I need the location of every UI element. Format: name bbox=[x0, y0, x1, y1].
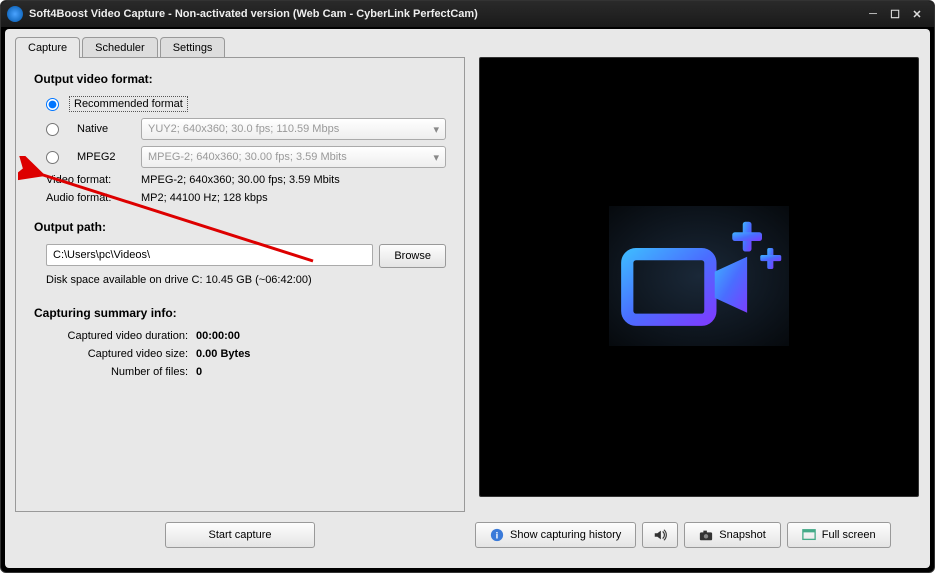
video-format-row: Video format: MPEG-2; 640x360; 30.00 fps… bbox=[46, 174, 446, 186]
radio-recommended[interactable] bbox=[46, 98, 59, 111]
radio-recommended-row: Recommended format bbox=[46, 96, 446, 112]
fullscreen-icon bbox=[802, 528, 816, 542]
radio-native[interactable] bbox=[46, 123, 59, 136]
audio-format-row: Audio format: MP2; 44100 Hz; 128 kbps bbox=[46, 192, 446, 204]
fullscreen-label: Full screen bbox=[822, 529, 876, 541]
content-area: Capture Scheduler Settings Output video … bbox=[5, 29, 930, 568]
radio-mpeg2-row: MPEG2 MPEG-2; 640x360; 30.00 fps; 3.59 M… bbox=[46, 146, 446, 168]
audio-format-label: Audio format: bbox=[46, 192, 141, 204]
app-window: Soft4Boost Video Capture - Non-activated… bbox=[0, 0, 935, 573]
audio-format-value: MP2; 44100 Hz; 128 kbps bbox=[141, 192, 268, 204]
output-path-label: Output path: bbox=[34, 220, 446, 234]
maximize-button[interactable]: ☐ bbox=[884, 6, 906, 22]
output-path-input[interactable] bbox=[46, 244, 373, 266]
sound-button[interactable] bbox=[642, 522, 678, 548]
browse-button[interactable]: Browse bbox=[379, 244, 446, 268]
native-combo[interactable]: YUY2; 640x360; 30.0 fps; 110.59 Mbps bbox=[141, 118, 446, 140]
speaker-icon bbox=[653, 528, 667, 542]
tab-settings[interactable]: Settings bbox=[160, 37, 226, 58]
tab-capture[interactable]: Capture bbox=[15, 37, 80, 58]
summary-files-value: 0 bbox=[196, 366, 202, 378]
close-button[interactable]: ✕ bbox=[906, 6, 928, 22]
summary-label: Capturing summary info: bbox=[34, 306, 446, 320]
output-path-row: Browse bbox=[46, 244, 446, 268]
radio-mpeg2-label: MPEG2 bbox=[77, 151, 127, 163]
preview-area bbox=[479, 37, 920, 512]
capture-panel: Output video format: Recommended format … bbox=[15, 57, 465, 512]
summary-files-label: Number of files: bbox=[46, 366, 196, 378]
radio-recommended-label: Recommended format bbox=[69, 96, 188, 112]
titlebar: Soft4Boost Video Capture - Non-activated… bbox=[1, 1, 934, 27]
tabs: Capture Scheduler Settings bbox=[15, 37, 465, 58]
summary-duration-label: Captured video duration: bbox=[46, 330, 196, 342]
summary-duration-value: 00:00:00 bbox=[196, 330, 240, 342]
summary-size-row: Captured video size: 0.00 Bytes bbox=[46, 348, 446, 360]
start-capture-button[interactable]: Start capture bbox=[165, 522, 315, 548]
app-icon bbox=[7, 6, 23, 22]
window-title: Soft4Boost Video Capture - Non-activated… bbox=[29, 8, 862, 20]
summary-duration-row: Captured video duration: 00:00:00 bbox=[46, 330, 446, 342]
camera-icon bbox=[699, 528, 713, 542]
video-format-value: MPEG-2; 640x360; 30.00 fps; 3.59 Mbits bbox=[141, 174, 340, 186]
video-format-label: Video format: bbox=[46, 174, 141, 186]
radio-native-label: Native bbox=[77, 123, 127, 135]
radio-native-row: Native YUY2; 640x360; 30.0 fps; 110.59 M… bbox=[46, 118, 446, 140]
tab-scheduler[interactable]: Scheduler bbox=[82, 37, 158, 58]
show-history-label: Show capturing history bbox=[510, 529, 621, 541]
svg-text:i: i bbox=[496, 531, 499, 542]
radio-mpeg2[interactable] bbox=[46, 151, 59, 164]
snapshot-button[interactable]: Snapshot bbox=[684, 522, 780, 548]
disk-space-text: Disk space available on drive C: 10.45 G… bbox=[46, 274, 446, 286]
bottom-bar: Start capture i Show capturing history S… bbox=[15, 522, 920, 548]
camera-placeholder-icon bbox=[609, 206, 789, 349]
summary-size-label: Captured video size: bbox=[46, 348, 196, 360]
preview-video bbox=[479, 57, 919, 497]
summary-files-row: Number of files: 0 bbox=[46, 366, 446, 378]
bottom-left: Start capture bbox=[15, 522, 465, 548]
output-format-label: Output video format: bbox=[34, 72, 446, 86]
bottom-right: i Show capturing history Snapshot Full s… bbox=[475, 522, 920, 548]
mpeg2-combo[interactable]: MPEG-2; 640x360; 30.00 fps; 3.59 Mbits bbox=[141, 146, 446, 168]
fullscreen-button[interactable]: Full screen bbox=[787, 522, 891, 548]
snapshot-label: Snapshot bbox=[719, 529, 765, 541]
info-icon: i bbox=[490, 528, 504, 542]
show-history-button[interactable]: i Show capturing history bbox=[475, 522, 636, 548]
left-panel: Capture Scheduler Settings Output video … bbox=[15, 37, 465, 512]
minimize-button[interactable]: ─ bbox=[862, 6, 884, 22]
summary-size-value: 0.00 Bytes bbox=[196, 348, 250, 360]
